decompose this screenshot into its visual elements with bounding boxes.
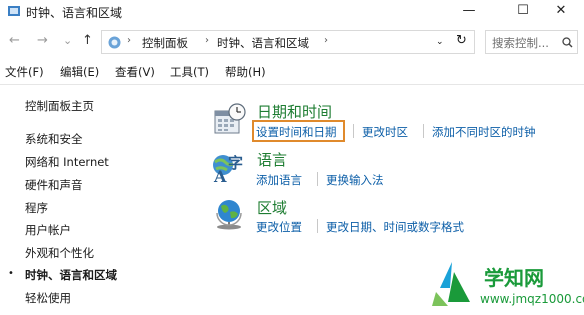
link-add-clocks[interactable]: 添加不同时区的时钟 — [432, 124, 536, 140]
menu-edit[interactable]: 编辑(E) — [60, 64, 99, 80]
link-separator — [353, 124, 354, 138]
language-icon[interactable]: A 字 — [211, 150, 245, 184]
search-input[interactable]: 搜索控制... — [492, 35, 549, 51]
breadcrumb-separator: › — [205, 35, 209, 46]
svg-text:A: A — [213, 167, 227, 184]
sidebar-item-network[interactable]: 网络和 Internet — [25, 154, 109, 170]
menu-help[interactable]: 帮助(H) — [225, 64, 266, 80]
up-button[interactable]: ↑ — [82, 33, 93, 48]
forward-button[interactable]: → — [37, 33, 48, 48]
link-change-time-zone[interactable]: 更改时区 — [362, 124, 408, 140]
globe-icon[interactable] — [213, 198, 245, 230]
address-field[interactable]: › 控制面板 › 时钟、语言和区域 › ⌄ ↻ — [101, 30, 475, 54]
category-title-date-time[interactable]: 日期和时间 — [257, 101, 332, 122]
breadcrumb-control-panel[interactable]: 控制面板 — [142, 35, 188, 51]
link-change-input-method[interactable]: 更换输入法 — [326, 172, 384, 188]
link-change-location[interactable]: 更改位置 — [256, 219, 302, 235]
menu-divider — [0, 84, 584, 85]
breadcrumb-current[interactable]: 时钟、语言和区域 — [217, 35, 309, 51]
close-button[interactable]: ✕ — [538, 0, 584, 22]
recent-locations-button[interactable]: ⌄ — [63, 34, 72, 47]
link-separator — [317, 219, 318, 233]
link-set-time-date[interactable]: 设置时间和日期 — [256, 124, 337, 140]
current-item-bullet: • — [8, 268, 14, 279]
watermark-logo-icon — [432, 262, 470, 306]
menu-tools[interactable]: 工具(T) — [170, 64, 209, 80]
sidebar-item-clock-language-region[interactable]: 时钟、语言和区域 — [25, 267, 117, 283]
title-bar: 时钟、语言和区域 — ☐ ✕ — [0, 0, 584, 24]
link-separator — [423, 124, 424, 138]
menu-view[interactable]: 查看(V) — [115, 64, 155, 80]
menu-bar: 文件(F) 编辑(E) 查看(V) 工具(T) 帮助(H) — [0, 62, 584, 82]
search-box[interactable]: 搜索控制... — [485, 30, 578, 54]
watermark-title: 学知网 — [484, 266, 544, 290]
menu-file[interactable]: 文件(F) — [5, 64, 44, 80]
breadcrumb-separator: › — [127, 35, 131, 46]
search-icon[interactable] — [562, 37, 573, 48]
sidebar-item-system-security[interactable]: 系统和安全 — [25, 131, 83, 147]
address-bar-row: ← → ⌄ ↑ › 控制面板 › 时钟、语言和区域 › ⌄ ↻ 搜索控制... — [0, 27, 584, 57]
refresh-icon[interactable]: ↻ — [456, 33, 467, 48]
address-dropdown-icon[interactable]: ⌄ — [436, 37, 444, 47]
control-panel-icon — [8, 6, 20, 16]
breadcrumb-separator: › — [324, 35, 328, 46]
watermark-url: www.jmqz1000.com — [480, 292, 584, 306]
category-title-region[interactable]: 区域 — [257, 197, 287, 218]
link-separator — [317, 172, 318, 186]
sidebar-item-user-accounts[interactable]: 用户帐户 — [25, 222, 71, 238]
sidebar-item-programs[interactable]: 程序 — [25, 200, 48, 216]
control-panel-icon — [108, 36, 121, 49]
sidebar-item-appearance[interactable]: 外观和个性化 — [25, 245, 94, 261]
minimize-button[interactable]: — — [446, 0, 492, 22]
sidebar-item-hardware-sound[interactable]: 硬件和声音 — [25, 177, 83, 193]
sidebar-item-ease-of-access[interactable]: 轻松使用 — [25, 290, 71, 306]
sidebar-home[interactable]: 控制面板主页 — [25, 98, 94, 114]
window-title: 时钟、语言和区域 — [26, 6, 123, 20]
calendar-clock-icon[interactable] — [213, 103, 247, 135]
link-change-date-time-number-format[interactable]: 更改日期、时间或数字格式 — [326, 219, 464, 235]
link-add-language[interactable]: 添加语言 — [256, 172, 302, 188]
svg-text:字: 字 — [228, 154, 243, 172]
category-title-language[interactable]: 语言 — [257, 149, 287, 170]
back-button[interactable]: ← — [9, 33, 20, 48]
